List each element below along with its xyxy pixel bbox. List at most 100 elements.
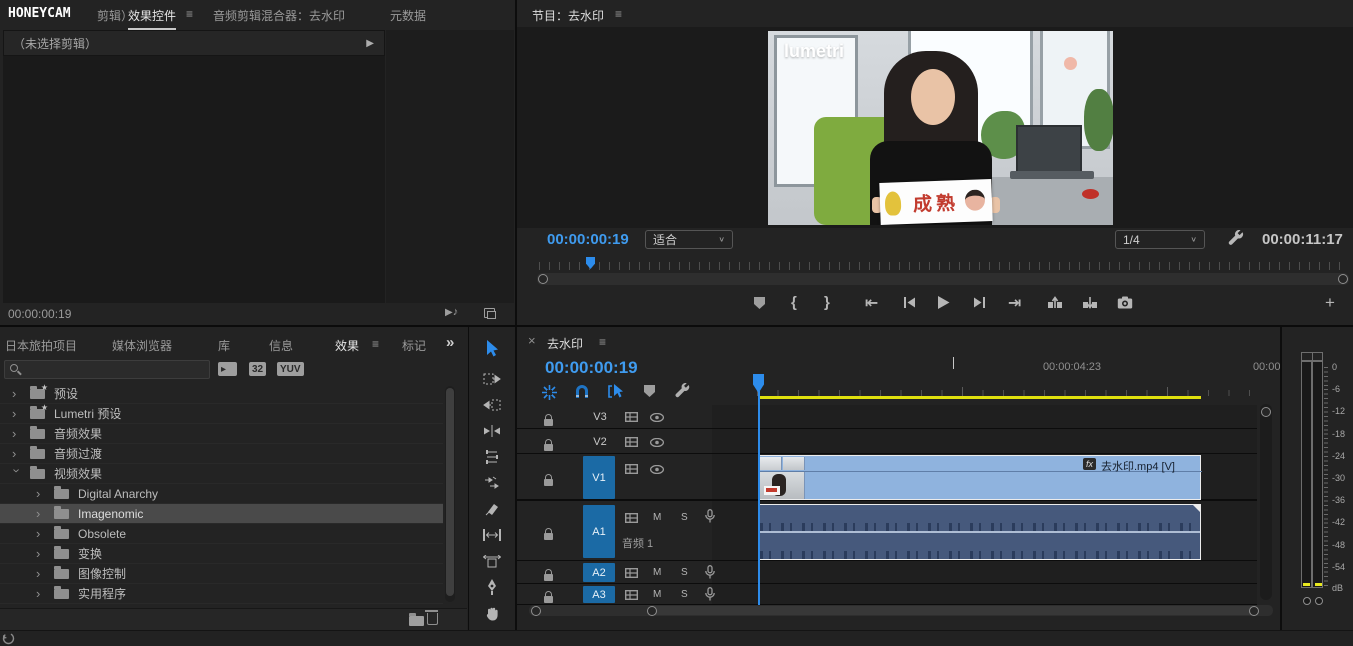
tree-item-presets[interactable]: › ★ 预设 xyxy=(0,384,443,404)
rolling-edit-tool[interactable] xyxy=(477,420,507,442)
tree-item-lumetri-presets[interactable]: › ★ Lumetri 预设 xyxy=(0,404,443,424)
audio-track-name[interactable]: 音频 1 xyxy=(622,535,653,551)
track-target-v3[interactable]: V3 xyxy=(585,411,615,423)
mic-voiceover-icon[interactable] xyxy=(705,565,715,579)
track-target-a1[interactable]: A1 xyxy=(583,505,615,558)
solo-button[interactable]: S xyxy=(681,589,688,600)
effects-panel-menu-icon[interactable]: ≡ xyxy=(372,337,379,351)
clip-fx-badge[interactable]: fx xyxy=(1083,458,1096,470)
goto-in-button[interactable]: ⇤ xyxy=(865,293,878,313)
tab-effect-controls[interactable]: 效果控件 xyxy=(128,7,176,30)
tab-effects[interactable]: 效果 xyxy=(335,337,359,357)
hscroll-handle-right[interactable] xyxy=(1249,606,1259,616)
tab-libraries[interactable]: 库 xyxy=(218,337,230,354)
track-lock-icon[interactable] xyxy=(544,479,553,486)
tree-item-audio-transitions[interactable]: › 音频过渡 xyxy=(0,444,443,464)
snap-magnet-icon[interactable] xyxy=(575,384,589,399)
track-row-a3[interactable]: A3 M S xyxy=(517,585,1257,605)
razor-tool[interactable] xyxy=(477,498,507,520)
export-frame-button[interactable] xyxy=(1117,296,1133,309)
timeline-vscrollbar[interactable] xyxy=(1260,404,1272,600)
track-target-a2[interactable]: A2 xyxy=(583,563,615,582)
tree-item-digital-anarchy[interactable]: › Digital Anarchy xyxy=(0,484,443,504)
scrollbar-handle-right[interactable] xyxy=(1338,274,1348,284)
timeline-hscrollbar[interactable] xyxy=(529,605,1273,616)
slide-tool[interactable] xyxy=(477,550,507,572)
toggle-audio-icon[interactable] xyxy=(484,308,495,318)
vscroll-handle[interactable] xyxy=(1261,407,1271,417)
effects-list-scrollbar[interactable] xyxy=(445,386,455,602)
sync-lock-icon[interactable] xyxy=(625,437,638,447)
zoom-level-select[interactable]: 适合 ∨ xyxy=(645,230,733,249)
track-visibility-eye-icon[interactable] xyxy=(650,465,664,474)
track-row-a2[interactable]: A2 M S xyxy=(517,562,1257,584)
program-timecode[interactable]: 00:00:00:19 xyxy=(547,231,629,248)
mark-in-button[interactable]: { xyxy=(791,294,797,311)
tree-item-transform[interactable]: › 变换 xyxy=(0,544,443,564)
play-button[interactable] xyxy=(937,296,950,309)
step-back-button[interactable] xyxy=(903,297,916,308)
mute-button[interactable]: M xyxy=(653,589,661,600)
sync-lock-icon[interactable] xyxy=(625,412,638,422)
mark-out-button[interactable]: } xyxy=(824,294,830,311)
header-expand-icon[interactable]: ▶ xyxy=(366,38,374,49)
ripple-edit-tool[interactable] xyxy=(477,394,507,416)
hscroll-handle-left[interactable] xyxy=(531,606,541,616)
mic-voiceover-icon[interactable] xyxy=(705,509,715,523)
scrollbar-handle-left[interactable] xyxy=(538,274,548,284)
remix-tool[interactable] xyxy=(477,472,507,494)
sync-status-icon[interactable] xyxy=(2,632,15,645)
sync-lock-icon[interactable] xyxy=(625,464,638,474)
settings-wrench-icon[interactable] xyxy=(1228,230,1244,246)
button-editor-plus[interactable]: + xyxy=(1325,293,1335,313)
tab-markers[interactable]: 标记 xyxy=(402,337,428,354)
hscroll-handle-mid[interactable] xyxy=(647,606,657,616)
tab-sequence[interactable]: 去水印 xyxy=(547,335,583,352)
track-visibility-eye-icon[interactable] xyxy=(650,438,664,447)
tab-info[interactable]: 信息 xyxy=(269,337,293,354)
timeline-panel-menu-icon[interactable]: ≡ xyxy=(599,335,606,349)
mute-button[interactable]: M xyxy=(653,567,661,578)
tab-program-monitor[interactable]: 节目：去水印 xyxy=(532,7,604,24)
mic-voiceover-icon[interactable] xyxy=(705,587,715,601)
hand-tool[interactable] xyxy=(477,602,507,624)
play-audio-icon[interactable]: ▶♪ xyxy=(445,306,458,318)
timeline-ruler[interactable]: 00:00:04:23 00:00:09:23 xyxy=(712,355,1257,397)
tree-item-imagenomic[interactable]: › Imagenomic xyxy=(0,504,443,524)
rate-stretch-tool[interactable] xyxy=(477,446,507,468)
pen-tool[interactable] xyxy=(477,576,507,598)
track-lock-icon[interactable] xyxy=(544,444,553,451)
tree-item-obsolete[interactable]: › Obsolete xyxy=(0,524,443,544)
slip-tool[interactable] xyxy=(477,524,507,546)
track-lock-icon[interactable] xyxy=(544,533,553,540)
tree-item-video-effects[interactable]: › 视频效果 xyxy=(0,464,443,484)
close-panel-icon[interactable]: × xyxy=(528,333,536,348)
solo-button[interactable]: S xyxy=(681,567,688,578)
search-field[interactable] xyxy=(4,360,210,379)
sync-lock-icon[interactable] xyxy=(625,568,638,578)
solo-button[interactable]: S xyxy=(681,512,688,523)
video-clip[interactable]: fx 去水印.mp4 [V] xyxy=(759,455,1201,500)
tab-project[interactable]: 日本旅拍项目 xyxy=(5,337,77,354)
32bit-badge[interactable]: 32 xyxy=(249,362,266,376)
timeline-timecode[interactable]: 00:00:00:19 xyxy=(545,358,638,378)
trash-icon[interactable] xyxy=(427,613,438,625)
tree-item-utility[interactable]: › 实用程序 xyxy=(0,584,443,604)
meter-channel-dot-left[interactable] xyxy=(1303,597,1311,605)
effect-controls-timecode[interactable]: 00:00:00:19 xyxy=(8,307,71,321)
yuv-badge[interactable]: YUV xyxy=(277,362,304,376)
timeline-settings-wrench-icon[interactable] xyxy=(675,383,690,398)
track-row-v3[interactable]: V3 xyxy=(517,405,1257,429)
new-bin-icon[interactable] xyxy=(409,616,424,626)
video-preview[interactable]: 成熟 lumetri xyxy=(768,31,1113,225)
mute-button[interactable]: M xyxy=(653,512,661,523)
tab-metadata[interactable]: 元数据 xyxy=(390,7,426,24)
tree-item-image-control[interactable]: › 图像控制 xyxy=(0,564,443,584)
track-target-v1[interactable]: V1 xyxy=(583,456,615,499)
playhead-line[interactable] xyxy=(758,391,760,605)
program-ruler[interactable] xyxy=(539,262,1343,270)
search-input[interactable] xyxy=(23,362,203,377)
tab-overflow-icon[interactable]: » xyxy=(446,334,454,351)
meter-channel-dot-right[interactable] xyxy=(1315,597,1323,605)
panel-menu-icon[interactable]: ≡ xyxy=(186,7,193,21)
